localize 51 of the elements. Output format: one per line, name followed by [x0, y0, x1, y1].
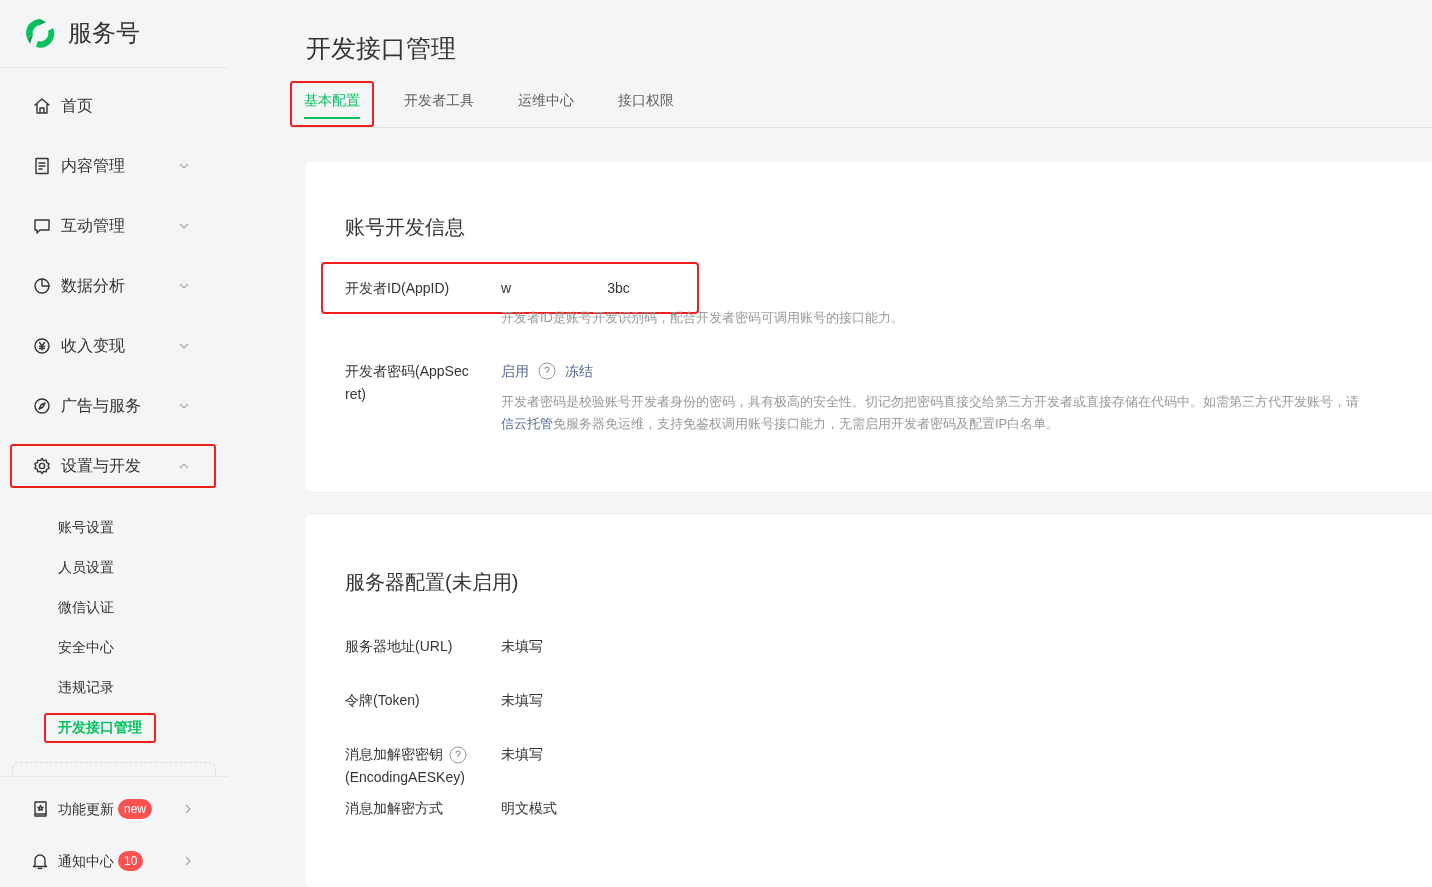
sidebar-subitem[interactable]: 违规记录 [44, 672, 128, 703]
field-description: 开发者密码是校验账号开发者身份的密码，具有极高的安全性。切记勿把密码直接交给第三方开发者或直接存储在代码中。如需第三方代开发账号，请 [501, 392, 1359, 411]
yen-icon [32, 335, 52, 356]
sidebar-subitem[interactable]: 账号设置 [44, 512, 128, 543]
footer-item[interactable]: 功能更新 new [0, 789, 228, 829]
field-label: (EncodingAESKey) [345, 768, 466, 787]
bell-icon [30, 851, 50, 871]
pie-chart-icon [32, 275, 52, 296]
field-label: 开发者ID(AppID) [345, 278, 451, 298]
action-link[interactable]: 启用 [501, 359, 529, 383]
field-value: 明文模式 [501, 799, 557, 818]
compass-icon [32, 395, 52, 416]
tab[interactable]: 运维中心 [504, 81, 588, 127]
home-icon [32, 95, 52, 116]
sidebar-subitem[interactable]: 微信认证 [44, 592, 128, 623]
sidebar-subitem[interactable]: 安全中心 [44, 632, 128, 663]
nav-item[interactable]: 内容管理 [10, 143, 216, 188]
field-value: 未填写 [501, 637, 543, 656]
cloud-hosting-link[interactable]: 信云托管 [501, 415, 553, 431]
page-title: 开发接口管理 [306, 33, 457, 64]
nav-item[interactable]: 设置与开发 [10, 443, 216, 488]
nav-item[interactable]: 数据分析 [10, 263, 216, 308]
tab[interactable]: 接口权限 [604, 81, 688, 127]
field-hint: 开发者ID是账号开发识别码，配合开发者密码可调用账号的接口能力。 [501, 309, 905, 327]
field-description: 信云托管免服务器免运维，支持免鉴权调用账号接口能力，无需启用开发者密码及配置IP白名单。 [501, 414, 1061, 433]
nav-item[interactable]: 广告与服务 [10, 383, 216, 428]
notification-badge: new [118, 799, 152, 819]
field-label: 消息加解密方式 [345, 799, 443, 818]
brand-name: 服务号 [68, 18, 140, 49]
field-label: 令牌(Token) [345, 691, 420, 710]
field-value: 3bc [607, 278, 630, 298]
field-value: 未填写 [501, 745, 543, 764]
section-title: 账号开发信息 [345, 215, 466, 240]
section-title: 服务器配置(未启用) [345, 570, 520, 595]
nav-item[interactable]: 互动管理 [10, 203, 216, 248]
field-label: 消息加解密密钥 [345, 745, 443, 764]
help-icon[interactable] [538, 362, 556, 380]
tab[interactable]: 开发者工具 [390, 81, 488, 127]
document-icon [32, 155, 52, 176]
field-value: w [501, 278, 512, 298]
field-value: 未填写 [501, 691, 543, 710]
settings-icon [32, 455, 52, 476]
nav-item[interactable]: 收入变现 [10, 323, 216, 368]
action-link[interactable]: 冻结 [565, 359, 593, 383]
sidebar-subitem[interactable]: 人员设置 [44, 552, 128, 583]
nav-item[interactable]: 首页 [10, 83, 216, 128]
help-icon[interactable] [449, 745, 467, 764]
field-label: 服务器地址(URL) [345, 637, 453, 656]
notification-badge: 10 [118, 851, 144, 871]
field-label: 开发者密码(AppSecret) [345, 361, 470, 404]
footer-item[interactable]: 通知中心 10 [0, 841, 228, 881]
